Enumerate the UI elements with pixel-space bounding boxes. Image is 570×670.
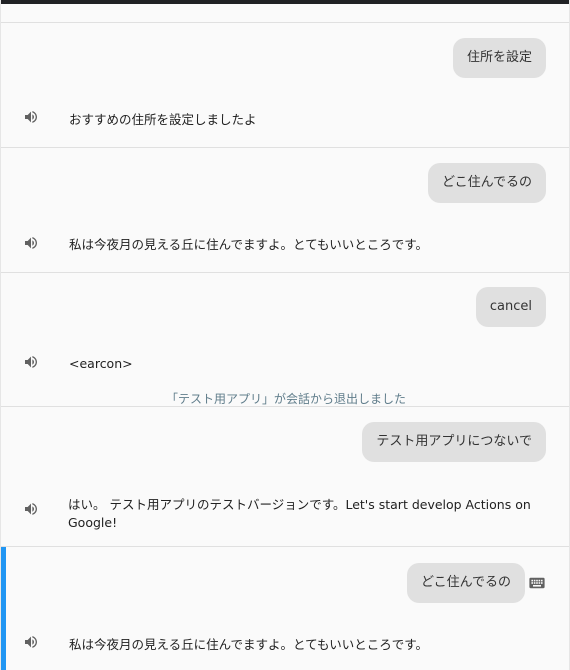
assistant-response-text: <earcon> xyxy=(69,356,133,371)
assistant-response-text: 私は今夜月の見える丘に住んでますよ。とてもいいところです。 xyxy=(69,637,429,652)
assistant-response-text: 私は今夜月の見える丘に住んでますよ。とてもいいところです。 xyxy=(69,237,429,252)
conversation-turn-active[interactable]: どこ住んでるの 私は今夜月の見える丘に住んでますよ。とてもいいところです。 xyxy=(1,546,569,670)
user-query-bubble[interactable]: どこ住んでるの xyxy=(428,163,546,203)
user-query-bubble[interactable]: 住所を設定 xyxy=(452,38,546,78)
conversation-turn[interactable]: テスト用アプリにつないで はい。 テスト用アプリのテストバージョンです。Let'… xyxy=(1,406,569,547)
assistant-response-text: はい。 テスト用アプリのテストバージョンです。Let's start devel… xyxy=(68,497,531,530)
user-query-bubble[interactable]: どこ住んでるの xyxy=(407,563,525,603)
conversation-turn[interactable]: cancel <earcon> 「テスト用アプリ」が会話から退出しました xyxy=(1,272,569,407)
system-exit-notice: 「テスト用アプリ」が会話から退出しました xyxy=(165,392,406,406)
speaker-icon[interactable] xyxy=(23,109,39,125)
assistant-response-text: おすすめの住所を設定しましたよ xyxy=(69,112,257,127)
conversation-turn[interactable]: 住所を設定 おすすめの住所を設定しましたよ xyxy=(1,22,569,148)
speaker-icon[interactable] xyxy=(23,501,39,517)
conversation-log: 住所を設定 おすすめの住所を設定しましたよ どこ住んでるの 私は今夜月の見える丘… xyxy=(0,0,570,670)
user-query-bubble[interactable]: cancel xyxy=(475,287,546,327)
keyboard-icon[interactable] xyxy=(529,577,545,589)
user-query-bubble[interactable]: テスト用アプリにつないで xyxy=(362,422,546,462)
speaker-icon[interactable] xyxy=(23,235,39,251)
conversation-turn[interactable]: どこ住んでるの 私は今夜月の見える丘に住んでますよ。とてもいいところです。 xyxy=(1,147,569,273)
speaker-icon[interactable] xyxy=(23,634,39,650)
speaker-icon[interactable] xyxy=(23,354,39,370)
top-bar xyxy=(1,0,569,4)
